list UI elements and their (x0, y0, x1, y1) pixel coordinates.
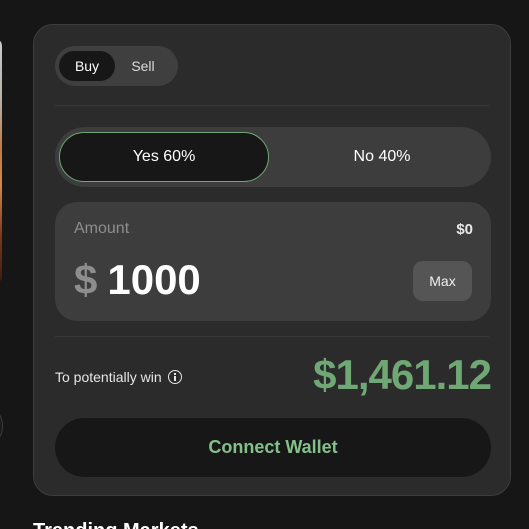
potential-win-label: To potentially win (55, 369, 162, 385)
balance-value: $0 (456, 221, 473, 238)
potential-win-label-group: To potentially win (55, 369, 182, 385)
page: Buy Sell Yes 60% No 40% Amount $0 $ Max … (0, 0, 529, 529)
currency-symbol: $ (74, 256, 98, 303)
outcome-selector: Yes 60% No 40% (55, 127, 491, 187)
potential-win-value: $1,461.12 (313, 351, 492, 398)
carousel-nav-button[interactable] (0, 405, 3, 447)
buy-tab[interactable]: Buy (59, 51, 115, 81)
market-image-thumbnail[interactable] (0, 38, 2, 284)
divider (55, 336, 489, 337)
divider (55, 105, 489, 106)
amount-input[interactable] (107, 256, 248, 304)
max-button[interactable]: Max (413, 261, 472, 301)
yes-outcome-button[interactable]: Yes 60% (59, 132, 270, 182)
connect-wallet-button[interactable]: Connect Wallet (55, 418, 491, 477)
potential-win-row: To potentially win $1,461.12 (55, 351, 492, 401)
amount-row: $ (74, 254, 248, 306)
trade-card: Buy Sell Yes 60% No 40% Amount $0 $ Max … (33, 24, 511, 496)
buy-sell-toggle: Buy Sell (55, 46, 178, 86)
info-icon[interactable] (167, 370, 182, 384)
section-heading: Trending Markets (33, 520, 199, 529)
sell-tab[interactable]: Sell (115, 51, 171, 81)
amount-label: Amount (74, 220, 130, 237)
no-outcome-button[interactable]: No 40% (277, 132, 487, 182)
amount-panel: Amount $0 $ Max (55, 202, 491, 321)
